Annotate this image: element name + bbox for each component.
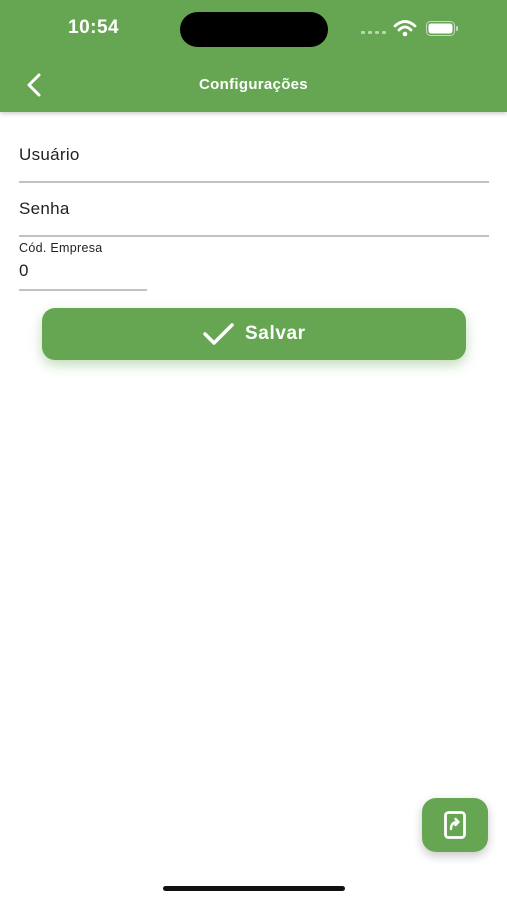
dynamic-island — [180, 12, 328, 47]
share-document-icon — [444, 811, 466, 839]
status-time: 10:54 — [68, 17, 120, 38]
cellular-signal-icon — [361, 31, 386, 35]
app-header: 10:54 Configurações — [0, 0, 507, 112]
empresa-label: Cód. Empresa — [19, 241, 103, 255]
save-label: Salvar — [245, 323, 306, 344]
senha-placeholder: Senha — [19, 199, 70, 218]
battery-icon — [426, 21, 458, 36]
usuario-field[interactable]: Usuário — [19, 138, 489, 183]
empresa-field[interactable]: Cód. Empresa 0 — [19, 240, 147, 291]
senha-field[interactable]: Senha — [19, 192, 489, 237]
share-fab-button[interactable] — [422, 798, 488, 852]
save-button[interactable]: Salvar — [42, 308, 466, 360]
check-icon — [203, 323, 234, 345]
home-indicator — [163, 886, 345, 891]
empresa-value: 0 — [19, 261, 29, 280]
usuario-placeholder: Usuário — [19, 145, 80, 164]
wifi-icon — [393, 20, 417, 37]
page-title: Configurações — [199, 76, 308, 93]
